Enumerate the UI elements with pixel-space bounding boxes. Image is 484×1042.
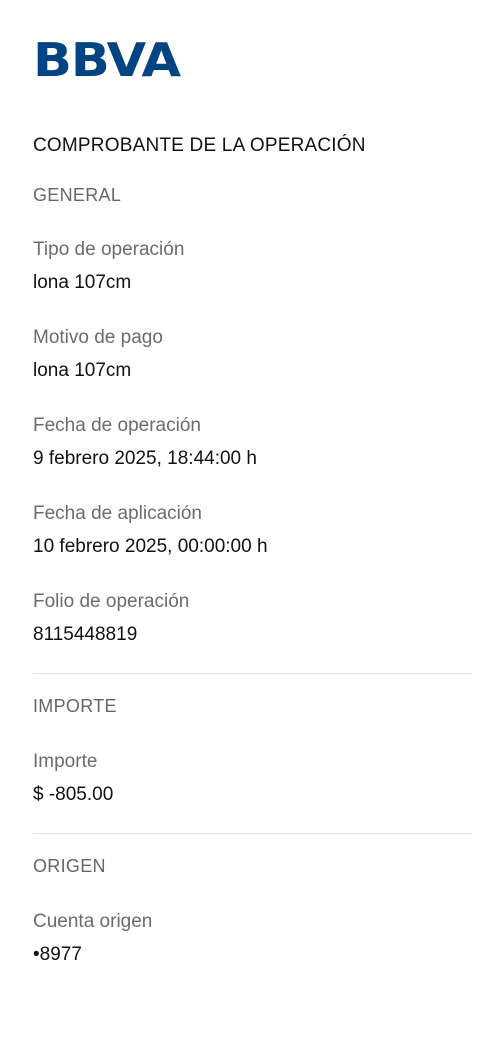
section-title-general: GENERAL — [33, 185, 122, 205]
field-value-fecha-operacion: 9 febrero 2025, 18:44:00 h — [33, 448, 257, 469]
field-value-fecha-aplicacion: 10 febrero 2025, 00:00:00 h — [33, 536, 268, 557]
section-divider — [33, 673, 472, 674]
field-label-cuenta-origen: Cuenta origen — [33, 911, 153, 932]
svg-text:BBVA: BBVA — [33, 33, 181, 77]
field-label-fecha-aplicacion: Fecha de aplicación — [33, 503, 202, 524]
section-divider — [33, 833, 472, 834]
field-value-folio-operacion: 8115448819 — [33, 624, 138, 645]
field-label-fecha-operacion: Fecha de operación — [33, 415, 201, 436]
section-title-origen: ORIGEN — [33, 856, 106, 876]
field-label-importe: Importe — [33, 751, 98, 772]
field-value-importe: $ -805.00 — [33, 784, 114, 805]
receipt-page: BBVA COMPROBANTE DE LA OPERACIÓN GENERAL… — [0, 0, 484, 1042]
field-label-tipo-operacion: Tipo de operación — [33, 239, 185, 260]
field-value-motivo-pago: lona 107cm — [33, 360, 132, 381]
bbva-logo: BBVA — [33, 33, 181, 77]
field-label-motivo-pago: Motivo de pago — [33, 327, 163, 348]
section-title-importe: IMPORTE — [33, 696, 117, 716]
field-value-cuenta-origen: •8977 — [33, 944, 82, 965]
field-label-folio-operacion: Folio de operación — [33, 591, 190, 612]
receipt-title: COMPROBANTE DE LA OPERACIÓN — [33, 135, 366, 156]
field-value-tipo-operacion: lona 107cm — [33, 272, 132, 293]
